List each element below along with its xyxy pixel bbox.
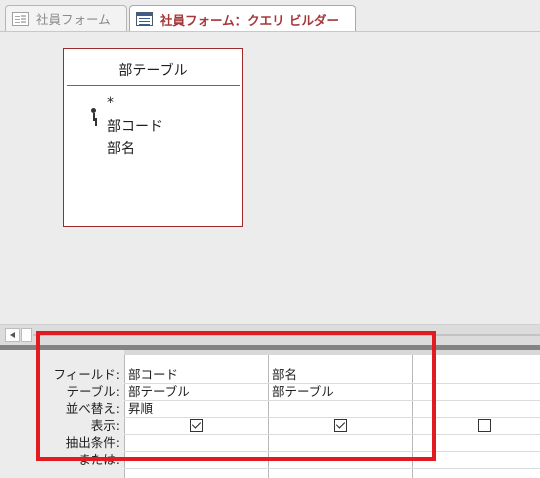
grid-row-divider: [124, 417, 540, 418]
scroll-left-arrow-icon[interactable]: [5, 328, 20, 342]
grid-row-divider: [124, 451, 540, 452]
row-label-table: テーブル:: [66, 384, 120, 399]
show-checkbox[interactable]: [478, 419, 491, 432]
column-field-cell[interactable]: 部コード: [128, 366, 178, 383]
design-grid: フィールド: テーブル: 並べ替え: 表示: 抽出条件: または: 部コード 部…: [0, 350, 540, 478]
tab-employee-form[interactable]: 社員フォーム: [5, 5, 127, 31]
table-title[interactable]: 部テーブル: [64, 60, 242, 80]
column-sort-cell[interactable]: 昇順: [128, 400, 153, 417]
tab-label: 社員フォーム：クエリ ビルダー: [160, 12, 339, 28]
field-dept-code[interactable]: 部コード: [107, 116, 163, 136]
scroll-track[interactable]: [33, 334, 540, 336]
show-checkbox[interactable]: [334, 419, 347, 432]
grid-row-divider: [124, 400, 540, 401]
row-label-field: フィールド:: [53, 367, 120, 382]
column-table-cell[interactable]: 部テーブル: [128, 383, 190, 400]
tab-label: 社員フォーム: [36, 12, 111, 27]
document-tab-strip: 社員フォーム 社員フォーム：クエリ ビルダー: [0, 0, 540, 32]
row-label-show: 表示:: [90, 418, 120, 433]
row-label-sort: 並べ替え:: [65, 401, 120, 416]
primary-key-icon: [90, 108, 97, 122]
column-table-cell[interactable]: 部テーブル: [272, 383, 334, 400]
grid-row-divider: [124, 434, 540, 435]
horizontal-scrollbar[interactable]: [0, 324, 540, 345]
table-field-list[interactable]: 部テーブル * 部コード 部名: [63, 48, 243, 227]
column-field-cell[interactable]: 部名: [272, 366, 297, 383]
query-icon: [136, 12, 153, 26]
show-checkbox[interactable]: [190, 419, 203, 432]
tab-query-builder[interactable]: 社員フォーム：クエリ ビルダー: [129, 5, 356, 32]
grid-row-divider: [124, 468, 540, 469]
row-label-or: または:: [78, 452, 120, 467]
field-all[interactable]: *: [107, 95, 114, 111]
field-dept-name[interactable]: 部名: [107, 138, 135, 158]
scroll-thumb[interactable]: [21, 328, 32, 342]
table-title-divider: [67, 85, 240, 86]
grid-row-divider: [124, 383, 540, 384]
row-label-criteria: 抽出条件:: [65, 435, 120, 450]
table-pane[interactable]: 部テーブル * 部コード 部名: [0, 32, 540, 324]
form-icon: [12, 11, 29, 26]
